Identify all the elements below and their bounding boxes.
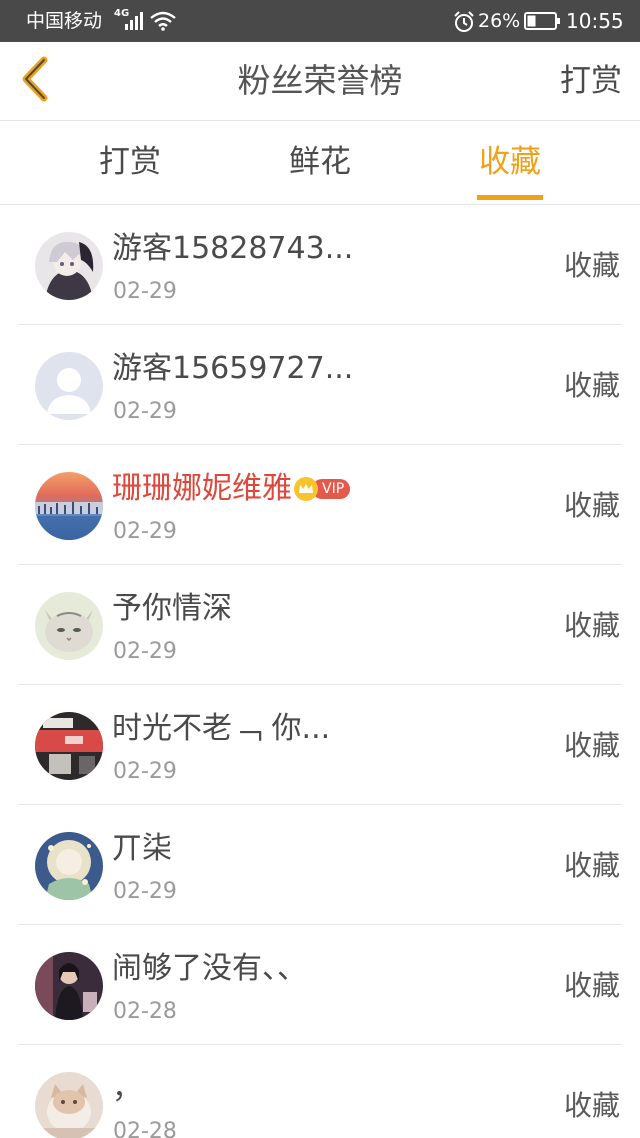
user-name: 游客15828743... bbox=[112, 231, 354, 266]
list-item[interactable]: 珊珊娜妮维雅 VIP 02-29 收藏 bbox=[18, 445, 622, 565]
user-name: 予你情深 bbox=[112, 591, 232, 626]
signal-icon bbox=[125, 12, 145, 34]
tab-favorites[interactable]: 收藏 bbox=[430, 121, 590, 204]
avatar[interactable] bbox=[35, 472, 103, 540]
item-date: 02-28 bbox=[113, 999, 177, 1024]
user-name: 闹够了没有、、 bbox=[112, 951, 307, 986]
vip-badge: VIP bbox=[294, 477, 351, 501]
tab-reward[interactable]: 打赏 bbox=[50, 121, 210, 204]
list-item[interactable]: 游客15659727... 02-29 收藏 bbox=[18, 325, 622, 445]
list-item[interactable]: 游客15828743... 02-29 收藏 bbox=[18, 205, 622, 325]
back-button[interactable] bbox=[10, 52, 60, 110]
item-date: 02-29 bbox=[113, 399, 177, 424]
list-item[interactable]: 丌柒 02-29 收藏 bbox=[18, 805, 622, 925]
list-item[interactable]: ， 02-28 收藏 bbox=[18, 1045, 622, 1138]
item-type-label: 收藏 bbox=[563, 369, 620, 402]
item-date: 02-29 bbox=[113, 279, 177, 304]
item-date: 02-28 bbox=[113, 1119, 177, 1138]
page-title: 粉丝荣誉榜 bbox=[237, 61, 403, 100]
tab-label: 打赏 bbox=[99, 144, 161, 180]
active-tab-indicator bbox=[477, 195, 543, 200]
item-type-label: 收藏 bbox=[563, 609, 620, 642]
item-type-label: 收藏 bbox=[563, 849, 620, 882]
item-date: 02-29 bbox=[113, 879, 177, 904]
item-type-label: 收藏 bbox=[563, 729, 620, 762]
item-date: 02-29 bbox=[113, 519, 177, 544]
tab-bar: 打赏 鲜花 收藏 bbox=[0, 121, 640, 205]
nav-bar: 粉丝荣誉榜 打赏 bbox=[0, 42, 640, 121]
clock-time: 10:55 bbox=[566, 9, 624, 33]
user-name: ， bbox=[112, 1071, 142, 1106]
avatar[interactable] bbox=[35, 232, 103, 300]
item-type-label: 收藏 bbox=[563, 969, 620, 1002]
user-name: 时光不老﹁ 你... bbox=[112, 711, 331, 746]
item-type-label: 收藏 bbox=[563, 489, 620, 522]
user-name: 游客15659727... bbox=[112, 351, 354, 386]
avatar[interactable] bbox=[35, 712, 103, 780]
reward-button[interactable]: 打赏 bbox=[560, 42, 622, 120]
avatar[interactable] bbox=[35, 352, 103, 420]
list-item[interactable]: 闹够了没有、、 02-28 收藏 bbox=[18, 925, 622, 1045]
user-name: 丌柒 bbox=[112, 831, 172, 866]
tab-flowers[interactable]: 鲜花 bbox=[240, 121, 400, 204]
user-name: 珊珊娜妮维雅 bbox=[112, 471, 292, 506]
carrier-name: 中国移动 bbox=[26, 10, 103, 32]
list-item[interactable]: 时光不老﹁ 你... 02-29 收藏 bbox=[18, 685, 622, 805]
battery-icon bbox=[524, 11, 562, 35]
avatar[interactable] bbox=[35, 592, 103, 660]
back-arrow-icon bbox=[20, 56, 50, 106]
battery-percent: 26% bbox=[478, 10, 521, 32]
alarm-clock-icon bbox=[453, 11, 475, 37]
crown-icon bbox=[294, 477, 318, 501]
tab-label: 鲜花 bbox=[289, 144, 351, 180]
fan-list[interactable]: 游客15828743... 02-29 收藏 游客15659727... 02-… bbox=[0, 205, 640, 1138]
item-type-label: 收藏 bbox=[563, 249, 620, 282]
status-bar: 中国移动 4G 26% 10:55 bbox=[0, 0, 640, 42]
avatar[interactable] bbox=[35, 952, 103, 1020]
item-type-label: 收藏 bbox=[563, 1089, 620, 1122]
item-date: 02-29 bbox=[113, 759, 177, 784]
wifi-icon bbox=[150, 11, 176, 35]
avatar[interactable] bbox=[35, 832, 103, 900]
avatar[interactable] bbox=[35, 1072, 103, 1138]
item-date: 02-29 bbox=[113, 639, 177, 664]
tab-label: 收藏 bbox=[479, 144, 541, 180]
list-item[interactable]: 予你情深 02-29 收藏 bbox=[18, 565, 622, 685]
